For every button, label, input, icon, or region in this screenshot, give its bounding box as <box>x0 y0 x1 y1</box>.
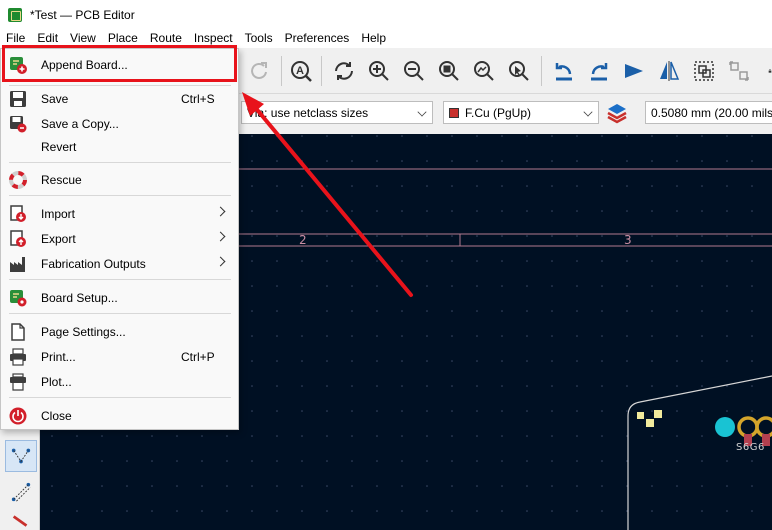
plot-label: Plot... <box>41 374 72 389</box>
chevron-down-icon <box>583 107 593 117</box>
menu-item-print[interactable]: Print... Ctrl+P <box>1 345 238 368</box>
ratsnest-icon[interactable] <box>5 440 37 472</box>
menu-view[interactable]: View <box>64 29 102 48</box>
sheet-column-label: 3 <box>624 233 632 247</box>
toolbar-separator <box>281 56 282 86</box>
file-menu-dropdown: Append Board... Save Ctrl+S Save a Copy.… <box>0 48 239 430</box>
menu-item-save-copy[interactable]: Save a Copy... <box>1 112 238 135</box>
zoom-out-icon[interactable] <box>400 57 428 85</box>
board-setup-label: Board Setup... <box>41 290 118 305</box>
svg-text:A: A <box>296 65 304 77</box>
menu-inspect[interactable]: Inspect <box>188 29 239 48</box>
menu-place[interactable]: Place <box>102 29 144 48</box>
close-label: Close <box>41 408 72 423</box>
save-copy-icon <box>9 115 27 133</box>
print-shortcut: Ctrl+P <box>181 349 215 364</box>
via-size-value: Via: use netclass sizes <box>247 105 369 120</box>
flip-icon[interactable] <box>620 57 648 85</box>
menu-bar: File Edit View Place Route Inspect Tools… <box>0 29 772 48</box>
zoom-selection-icon[interactable] <box>505 57 533 85</box>
zoom-objects-icon[interactable] <box>470 57 498 85</box>
fabrication-outputs-label: Fabrication Outputs <box>41 256 146 271</box>
chevron-down-icon <box>417 107 427 117</box>
chevron-right-icon <box>215 206 226 217</box>
layer-color-swatch <box>449 107 459 118</box>
menu-item-fabrication-outputs[interactable]: Fabrication Outputs <box>1 252 238 275</box>
page-settings-label: Page Settings... <box>41 324 126 339</box>
menu-item-board-setup[interactable]: Board Setup... <box>1 286 238 309</box>
revert-label: Revert <box>41 139 77 154</box>
import-label: Import <box>41 206 76 221</box>
menu-tools[interactable]: Tools <box>239 29 279 48</box>
import-icon <box>9 205 27 223</box>
sheet-column-label: 2 <box>299 233 307 247</box>
append-board-icon <box>9 56 27 74</box>
menu-item-plot[interactable]: Plot... <box>1 370 238 393</box>
append-board-label: Append Board... <box>41 57 128 72</box>
menu-route[interactable]: Route <box>144 29 188 48</box>
print-label: Print... <box>41 349 76 364</box>
save-copy-label: Save a Copy... <box>41 116 119 131</box>
save-icon <box>9 90 27 108</box>
menu-separator <box>9 397 231 398</box>
menu-file[interactable]: File <box>0 29 31 48</box>
find-icon[interactable]: A <box>287 57 315 85</box>
page-settings-icon <box>9 323 27 341</box>
menu-separator <box>9 279 231 280</box>
window-title: *Test — PCB Editor <box>30 7 135 22</box>
zoom-in-icon[interactable] <box>365 57 393 85</box>
title-bar: *Test — PCB Editor <box>0 0 772 29</box>
menu-help[interactable]: Help <box>355 29 392 48</box>
via-size-select[interactable]: Via: use netclass sizes <box>241 101 433 124</box>
mirror-icon[interactable] <box>655 57 683 85</box>
printer-icon <box>9 348 27 366</box>
grid-size-value: 0.5080 mm (20.00 mils) <box>651 105 772 120</box>
pcb-editor-app-icon <box>8 7 22 22</box>
rescue-lifebuoy-icon <box>9 171 27 189</box>
factory-icon <box>9 255 27 273</box>
menu-item-import[interactable]: Import <box>1 202 238 225</box>
menu-separator <box>9 195 231 196</box>
menu-item-save[interactable]: Save Ctrl+S <box>1 87 238 110</box>
layer-pair-icon[interactable] <box>606 102 628 124</box>
menu-separator <box>9 85 231 86</box>
save-shortcut: Ctrl+S <box>181 91 215 106</box>
refresh-icon[interactable] <box>330 57 358 85</box>
toolbar-separator <box>541 56 542 86</box>
plotter-icon <box>9 373 27 391</box>
grid-size-select[interactable]: 0.5080 mm (20.00 mils) <box>645 101 772 124</box>
board-setup-icon <box>9 289 27 307</box>
layer-select[interactable]: F.Cu (PgUp) <box>443 101 599 124</box>
footprint-reference: S6G6 <box>736 442 765 453</box>
power-icon <box>9 407 27 425</box>
menu-separator <box>9 313 231 314</box>
save-label: Save <box>41 91 69 106</box>
lock-icon[interactable] <box>758 57 772 85</box>
chevron-right-icon <box>215 256 226 267</box>
ungroup-icon[interactable] <box>725 57 753 85</box>
export-icon <box>9 230 27 248</box>
menu-item-page-settings[interactable]: Page Settings... <box>1 320 238 343</box>
curved-ratsnest-icon[interactable] <box>5 476 37 508</box>
toolbar-separator <box>321 56 322 86</box>
rotate-ccw-icon[interactable] <box>550 57 578 85</box>
zoom-fit-icon[interactable] <box>435 57 463 85</box>
menu-preferences[interactable]: Preferences <box>279 29 356 48</box>
rotate-cw-icon[interactable] <box>585 57 613 85</box>
group-icon[interactable] <box>690 57 718 85</box>
menu-separator <box>9 162 231 163</box>
menu-item-revert[interactable]: Revert <box>1 135 238 158</box>
tool-icon[interactable] <box>5 514 37 530</box>
layer-value: F.Cu (PgUp) <box>465 105 532 120</box>
menu-edit[interactable]: Edit <box>31 29 64 48</box>
menu-item-close[interactable]: Close <box>1 404 238 427</box>
rescue-label: Rescue <box>41 172 82 187</box>
chevron-right-icon <box>215 231 226 242</box>
menu-item-export[interactable]: Export <box>1 227 238 250</box>
menu-item-append-board[interactable]: Append Board... <box>1 53 238 76</box>
menu-item-rescue[interactable]: Rescue <box>1 168 238 191</box>
export-label: Export <box>41 231 76 246</box>
redo-icon[interactable] <box>245 57 273 85</box>
